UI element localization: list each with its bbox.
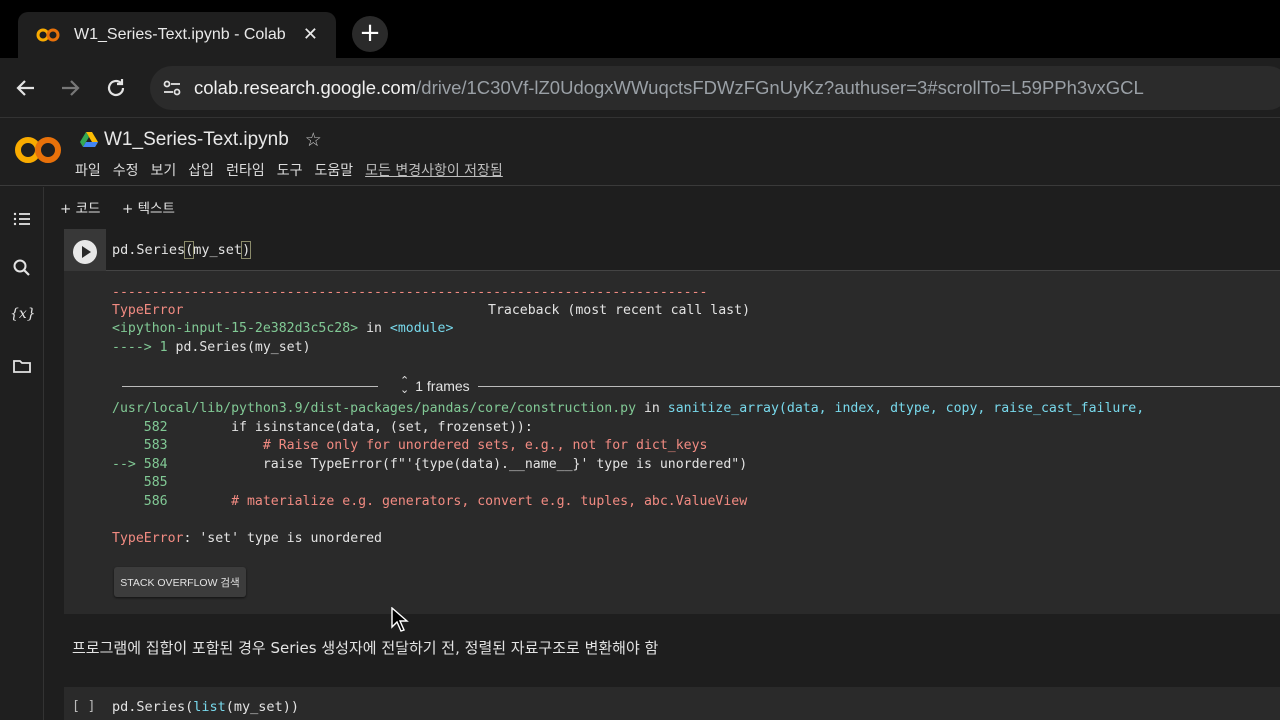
arrow-code: pd.Series(my_set) — [175, 340, 311, 355]
menu-help[interactable]: 도움말 — [314, 160, 353, 180]
frames-divider-left — [122, 386, 378, 387]
line-number: 582 — [112, 420, 168, 435]
folder-icon[interactable] — [10, 354, 34, 378]
code-func: pd.Series — [112, 242, 186, 258]
add-code-cell-button[interactable]: + 코드 — [60, 197, 100, 217]
variables-icon[interactable]: {x} — [10, 306, 36, 330]
src-line-584: --> 584 raise TypeError(f"'{type(data)._… — [112, 457, 747, 472]
line-comment: # materialize e.g. generators, convert e… — [167, 494, 748, 509]
back-arrow-icon[interactable] — [12, 74, 40, 102]
code-paren-close: ) — [241, 241, 252, 259]
line-number-current: --> 584 — [112, 457, 168, 472]
menu-view[interactable]: 보기 — [151, 160, 177, 180]
code-line: pd.Series(list(my_set)) — [112, 699, 299, 715]
left-sidebar-rail: {x} — [0, 187, 44, 720]
url-host: colab.research.google.com — [194, 77, 417, 98]
menu-runtime[interactable]: 런타임 — [226, 160, 265, 180]
final-error-message: : 'set' type is unordered — [183, 531, 382, 546]
search-stack-overflow-button[interactable]: STACK OVERFLOW 검색 — [114, 567, 246, 597]
add-text-cell-button[interactable]: + 텍스트 — [122, 197, 175, 217]
address-bar[interactable]: colab.research.google.com/drive/1C30Vf-l… — [150, 66, 1280, 110]
table-of-contents-icon[interactable] — [10, 207, 34, 231]
run-cell-button[interactable] — [73, 240, 97, 264]
menu-tools[interactable]: 도구 — [277, 160, 303, 180]
tab-title: W1_Series-Text.ipynb - Colab — [74, 26, 286, 43]
url-text: colab.research.google.com/drive/1C30Vf-l… — [194, 77, 1144, 99]
final-error-line: TypeError: 'set' type is unordered — [112, 531, 382, 546]
execution-count-bracket[interactable]: [ ] — [72, 699, 95, 714]
save-status[interactable]: 모든 변경사항이 저장됨 — [365, 160, 503, 180]
browser-tab-strip: W1_Series-Text.ipynb - Colab ✕ + — [0, 0, 1280, 58]
notebook-title-row: W1_Series-Text.ipynb ☆ — [80, 129, 322, 151]
star-icon[interactable]: ☆ — [305, 129, 322, 151]
file-path-line: /usr/local/lib/python3.9/dist-packages/p… — [112, 401, 1144, 416]
line-number: 585 — [112, 475, 168, 490]
code-args: (my_set) — [225, 699, 291, 715]
menu-file[interactable]: 파일 — [75, 160, 101, 180]
frames-collapser[interactable]: ⌃ ⌄ 1 frames — [122, 375, 1280, 397]
menu-bar: 파일 수정 보기 삽입 런타임 도구 도움말 모든 변경사항이 저장됨 — [75, 160, 515, 180]
src-line-582: 582 if isinstance(data, (set, frozenset)… — [112, 420, 533, 435]
module-name: <module> — [389, 321, 454, 336]
google-drive-icon — [80, 132, 98, 148]
line-code: if isinstance(data, (set, frozenset)): — [167, 420, 533, 435]
input-ref: <ipython-input-15-2e382d3c5c28> — [112, 321, 359, 336]
traceback-dashes: ----------------------------------------… — [112, 285, 708, 300]
line-code-a: raise TypeError(f"' — [167, 457, 414, 472]
code-cell-2[interactable]: [ ] pd.Series(list(my_set)) — [64, 687, 1280, 720]
menu-edit[interactable]: 수정 — [113, 160, 139, 180]
code-func: pd.Series( — [112, 699, 194, 715]
notebook-title[interactable]: W1_Series-Text.ipynb — [104, 129, 289, 151]
close-tab-icon[interactable]: ✕ — [303, 24, 318, 45]
code-cell-1[interactable]: pd.Series(my_set) ----------------------… — [64, 229, 1280, 614]
search-icon[interactable] — [10, 256, 34, 280]
src-line-586: 586 # materialize e.g. generators, conve… — [112, 494, 747, 509]
reload-icon[interactable] — [102, 74, 130, 102]
input-ref-line: <ipython-input-15-2e382d3c5c28> in <modu… — [112, 321, 453, 336]
src-line-585: 585 — [112, 475, 168, 490]
code-paren-close: ) — [290, 699, 299, 715]
arrow-prefix: ----> 1 — [112, 340, 176, 355]
src-line-583: 583 # Raise only for unordered sets, e.g… — [112, 438, 708, 453]
forward-arrow-icon[interactable] — [56, 74, 84, 102]
cell-output: ----------------------------------------… — [112, 281, 1280, 546]
func-signature: sanitize_array(data, index, dtype, copy,… — [667, 401, 1145, 416]
code-builtin: list — [193, 699, 226, 715]
cell-gutter — [64, 229, 106, 271]
in-word-2: in — [636, 401, 668, 416]
browser-toolbar: colab.research.google.com/drive/1C30Vf-l… — [0, 58, 1280, 118]
code-editor[interactable]: pd.Series(my_set) — [106, 229, 1280, 271]
notebook-main: pd.Series(my_set) ----------------------… — [44, 225, 1280, 720]
frames-divider-right — [478, 386, 1280, 387]
frames-count: 1 frames — [415, 378, 470, 394]
mouse-cursor-icon — [391, 606, 409, 633]
file-path[interactable]: /usr/local/lib/python3.9/dist-packages/p… — [112, 401, 636, 416]
colab-header: W1_Series-Text.ipynb ☆ 파일 수정 보기 삽입 런타임 도… — [0, 118, 1280, 186]
final-error-name: TypeError — [112, 531, 184, 546]
in-word: in — [358, 321, 390, 336]
line-number: 586 — [112, 494, 168, 509]
menu-insert[interactable]: 삽입 — [188, 160, 214, 180]
line-comment: # Raise only for unordered sets, e.g., n… — [167, 438, 708, 453]
colab-logo-icon[interactable] — [14, 134, 62, 166]
new-tab-button[interactable]: + — [352, 16, 388, 52]
line-number: 583 — [112, 438, 168, 453]
text-cell[interactable]: 프로그램에 집합이 포함된 경우 Series 생성자에 전달하기 전, 정렬된… — [72, 637, 658, 658]
frames-label[interactable]: ⌃ ⌄ 1 frames — [400, 375, 470, 396]
colab-favicon-icon — [36, 28, 62, 42]
line-code-b: {type(data).__name__} — [413, 457, 581, 472]
line-code-c: ' type is unordered") — [580, 457, 748, 472]
error-name: TypeError — [112, 303, 184, 318]
expand-frames-icon: ⌃ ⌄ — [400, 375, 410, 396]
site-info-icon[interactable] — [160, 76, 184, 100]
arrow-line: ----> 1 pd.Series(my_set) — [112, 340, 311, 355]
cell-toolbar: + 코드 + 텍스트 — [44, 187, 1280, 225]
traceback-header: Traceback (most recent call last) — [488, 303, 751, 318]
browser-tab[interactable]: W1_Series-Text.ipynb - Colab ✕ — [18, 12, 336, 58]
url-path: /drive/1C30Vf-lZ0UdogxWWuqctsFDWzFGnUyKz… — [416, 77, 1144, 98]
traceback-header-line: TypeError Traceback (most recent call las… — [112, 303, 750, 318]
code-line: pd.Series(my_set) — [112, 241, 252, 259]
code-arg: my_set — [193, 242, 243, 258]
